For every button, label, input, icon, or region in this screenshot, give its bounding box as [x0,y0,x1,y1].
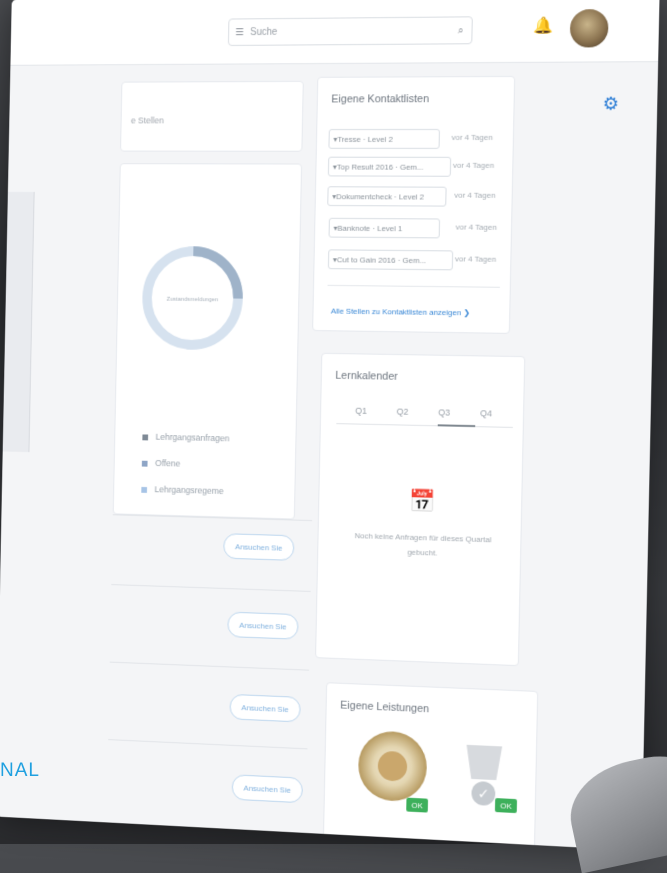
ok-badge: OK [406,797,429,813]
kontakt-item[interactable]: ▾ Dokumentcheck · Level 2 [327,186,447,207]
left-side-panel [2,191,35,453]
apply-button[interactable]: Ansuchen Sie [223,533,295,561]
tab-q3[interactable]: Q3 [438,407,450,417]
kontakt-time: vor 4 Tagen [455,222,497,232]
search-input[interactable]: ☰ Suche ⌕ [227,16,473,46]
apply-button[interactable]: Ansuchen Sie [229,693,301,723]
chart-legend: Lehrgangsanfragen Offene Lehrgangsregeme [141,424,230,505]
footer-text: NAL [0,760,40,781]
menu-icon[interactable]: ☰ [229,27,250,38]
trophy-icon[interactable] [466,745,502,781]
kontakt-time: vor 4 Tagen [454,254,497,264]
kontakt-time: vor 4 Tagen [452,160,495,170]
divider [111,584,311,592]
donut-chart: Zustandsmeldungen [135,239,251,357]
check-icon: ✓ [471,780,496,807]
quarter-tabs: Q1 Q2 Q3 Q4 [340,405,507,419]
lernkalender-card: Lernkalender Q1 Q2 Q3 Q4 📅 Noch keine An… [315,352,526,667]
kontakt-item[interactable]: ▾ Tresse · Level 2 [328,128,440,149]
leistungen-card: Eigene Leistungen OK ✓ OK [322,682,539,851]
tab-q1[interactable]: Q1 [355,406,367,416]
legend-item: Lehrgangsregeme [141,476,229,505]
card-title: Eigene Kontaktlisten [331,93,430,106]
kontakt-time: vor 4 Tagen [454,190,496,200]
apply-button[interactable]: Ansuchen Sie [227,611,299,640]
search-placeholder: Suche [250,26,278,38]
apply-button[interactable]: Ansuchen Sie [231,774,303,804]
legend-item: Lehrgangsanfragen [142,424,230,452]
kontakt-item[interactable]: ▾ Top Result 2016 · Gem... [327,156,452,177]
divider [108,739,308,750]
kontakt-time: vor 4 Tagen [451,132,493,142]
left-card-top: e Stellen [120,80,304,152]
bell-icon[interactable]: 🔔 [533,16,553,36]
divider [109,661,310,671]
donut-center-text: Zustandsmeldungen [167,297,219,304]
tab-underline [336,423,513,428]
calendar-icon: 📅 [408,488,436,514]
card-title: Lernkalender [335,369,398,383]
kontakt-item[interactable]: ▾ Cut to Gain 2016 · Gem... [327,249,454,271]
empty-state-text: Noch keine Anfragen für dieses Quartal g… [354,531,492,558]
tab-q4[interactable]: Q4 [480,408,492,418]
topbar: ☰ Suche ⌕ 🔔 [10,0,660,66]
show-all-link[interactable]: Alle Stellen zu Kontaktlisten anzeigen ❯ [331,307,470,318]
divider [327,284,500,288]
ok-badge: OK [494,798,518,814]
kontakt-item[interactable]: ▾ Banknote · Level 1 [328,217,441,239]
search-icon[interactable]: ⌕ [450,25,472,36]
avatar[interactable] [567,6,611,50]
card-title: Eigene Leistungen [340,699,430,716]
kontaktlisten-card: Eigene Kontaktlisten ▾ Tresse · Level 2 … [312,75,516,334]
legend-item: Offene [141,450,230,479]
tab-q2[interactable]: Q2 [397,407,409,417]
gear-icon[interactable]: ⚙ [602,94,619,115]
app-screen: ☰ Suche ⌕ 🔔 ⚙ e Stellen Zustandsmeldunge… [0,0,660,851]
left-card-text: e Stellen [130,115,165,126]
sheriff-badge-icon[interactable] [357,730,428,803]
active-tab-indicator [437,424,476,428]
